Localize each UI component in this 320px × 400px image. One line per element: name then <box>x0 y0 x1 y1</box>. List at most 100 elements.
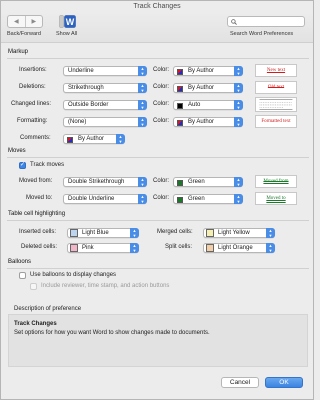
deleted-cells-label: Deleted cells: <box>21 244 58 250</box>
checkmark-icon: ✓ <box>20 162 26 168</box>
changed-lines-preview <box>255 97 297 112</box>
insertions-color-label: Color: <box>153 67 170 73</box>
popup-arrows-icon: ▲ ▼ <box>234 100 243 110</box>
deletions-label: Deletions: <box>19 84 46 90</box>
svg-text:W: W <box>66 17 75 27</box>
color-swatch <box>70 229 78 237</box>
split-cells-popup[interactable]: Light Orange ▲ ▼ <box>203 243 275 253</box>
search-icon <box>231 19 237 25</box>
popup-arrows-icon: ▲ ▼ <box>266 228 275 238</box>
divider <box>7 58 309 59</box>
color-swatch <box>70 244 78 252</box>
insertions-color-value: By Author <box>188 68 215 74</box>
split-cells-value: Light Orange <box>218 245 253 251</box>
description-heading: Track Changes <box>14 321 57 327</box>
popup-arrows-icon: ▲ ▼ <box>138 177 147 187</box>
moved-from-color-popup[interactable]: Green ▲ ▼ <box>173 177 243 187</box>
moved-to-preview: Moved to <box>255 192 297 205</box>
track-changes-window: Track Changes ◀ ▶ Back/Forward W Show Al… <box>0 0 314 400</box>
moved-to-style-popup[interactable]: Double Underline ▲ ▼ <box>63 194 147 204</box>
popup-arrows-icon: ▲ ▼ <box>138 83 147 93</box>
merged-cells-label: Merged cells: <box>157 229 193 235</box>
include-reviewer-label[interactable]: Include reviewer, time stamp, and action… <box>41 283 169 289</box>
formatting-style-popup[interactable]: (None) ▲ ▼ <box>63 117 147 127</box>
moved-from-color-value: Green <box>188 179 205 185</box>
color-swatch <box>177 180 183 186</box>
description-title: Description of preference <box>14 306 82 312</box>
comments-label: Comments: <box>20 135 51 141</box>
moved-from-label: Moved from: <box>19 178 53 184</box>
formatting-color-label: Color: <box>153 118 170 124</box>
color-swatch <box>177 103 183 109</box>
back-forward-control[interactable]: ◀ ▶ <box>7 15 43 28</box>
insertions-label: Insertions: <box>19 67 47 73</box>
insertions-style-value: Underline <box>68 68 94 74</box>
moved-to-color-value: Green <box>188 196 205 202</box>
moved-from-style-popup[interactable]: Double Strikethrough ▲ ▼ <box>63 177 147 187</box>
popup-arrows-icon: ▲ ▼ <box>234 177 243 187</box>
back-arrow-icon[interactable]: ◀ <box>8 16 25 27</box>
search-input[interactable] <box>227 16 305 27</box>
color-swatch <box>206 229 214 237</box>
moved-to-color-popup[interactable]: Green ▲ ▼ <box>173 194 243 204</box>
description-box: Track Changes Set options for how you wa… <box>8 314 308 367</box>
window-title: Track Changes <box>133 3 181 10</box>
inserted-cells-popup[interactable]: Light Blue ▲ ▼ <box>67 228 139 238</box>
split-cells-label: Split cells: <box>165 244 193 250</box>
include-reviewer-checkbox[interactable] <box>30 283 37 290</box>
popup-arrows-icon: ▲ ▼ <box>234 83 243 93</box>
track-moves-label[interactable]: Track moves <box>30 162 64 168</box>
comments-color-popup[interactable]: By Author ▲ ▼ <box>63 134 125 144</box>
color-swatch <box>177 86 183 92</box>
formatting-style-value: (None) <box>68 119 87 125</box>
popup-arrows-icon: ▲ ▼ <box>138 100 147 110</box>
description-text: Set options for how you want Word to sho… <box>14 330 210 336</box>
show-all-icon[interactable]: W <box>59 15 76 28</box>
color-swatch <box>177 197 183 203</box>
formatting-preview: Formatted text <box>255 115 297 128</box>
insertions-preview: New text <box>255 64 297 77</box>
cancel-button[interactable]: Cancel <box>221 377 259 388</box>
track-moves-checkbox[interactable]: ✓ <box>19 162 26 169</box>
show-all-label[interactable]: Show All <box>56 31 77 37</box>
merged-cells-popup[interactable]: Light Yellow ▲ ▼ <box>203 228 275 238</box>
section-title-table-cell: Table cell highlighting <box>8 211 66 217</box>
changed-lines-style-popup[interactable]: Outside Border ▲ ▼ <box>63 100 147 110</box>
section-title-balloons: Balloons <box>8 259 32 265</box>
changed-lines-label: Changed lines: <box>11 101 52 107</box>
moved-to-style-value: Double Underline <box>68 196 115 202</box>
popup-arrows-icon: ▲ ▼ <box>130 243 139 253</box>
moved-from-preview: Moved from <box>255 175 297 188</box>
section-title-moves: Moves <box>8 148 26 154</box>
deleted-cells-popup[interactable]: Pink ▲ ▼ <box>67 243 139 253</box>
color-swatch <box>177 120 183 126</box>
ok-button[interactable]: OK <box>265 377 303 388</box>
deletions-color-value: By Author <box>188 85 215 91</box>
deletions-style-popup[interactable]: Strikethrough ▲ ▼ <box>63 83 147 93</box>
color-swatch <box>67 137 73 143</box>
popup-arrows-icon: ▲ ▼ <box>266 243 275 253</box>
color-swatch <box>177 69 183 75</box>
insertions-style-popup[interactable]: Underline ▲ ▼ <box>63 66 147 76</box>
use-balloons-label[interactable]: Use balloons to display changes <box>30 272 116 278</box>
popup-arrows-icon: ▲ ▼ <box>234 66 243 76</box>
forward-arrow-icon[interactable]: ▶ <box>24 16 43 27</box>
divider <box>7 220 309 221</box>
changed-lines-color-value: Auto <box>188 102 201 108</box>
moved-to-color-label: Color: <box>153 195 170 201</box>
insertions-color-popup[interactable]: By Author ▲ ▼ <box>173 66 243 76</box>
changed-lines-style-value: Outside Border <box>68 102 109 108</box>
formatting-color-value: By Author <box>188 119 215 125</box>
use-balloons-checkbox[interactable] <box>19 272 26 279</box>
divider <box>7 268 309 269</box>
toolbar: ◀ ▶ Back/Forward W Show All Search Word … <box>1 12 313 43</box>
formatting-color-popup[interactable]: By Author ▲ ▼ <box>173 117 243 127</box>
deletions-style-value: Strikethrough <box>68 85 104 91</box>
popup-arrows-icon: ▲ ▼ <box>116 134 125 144</box>
formatting-label: Formatting: <box>17 118 48 124</box>
divider <box>7 157 309 158</box>
changed-lines-color-popup[interactable]: Auto ▲ ▼ <box>173 100 243 110</box>
inserted-cells-value: Light Blue <box>82 230 109 236</box>
deletions-color-popup[interactable]: By Author ▲ ▼ <box>173 83 243 93</box>
popup-arrows-icon: ▲ ▼ <box>138 66 147 76</box>
